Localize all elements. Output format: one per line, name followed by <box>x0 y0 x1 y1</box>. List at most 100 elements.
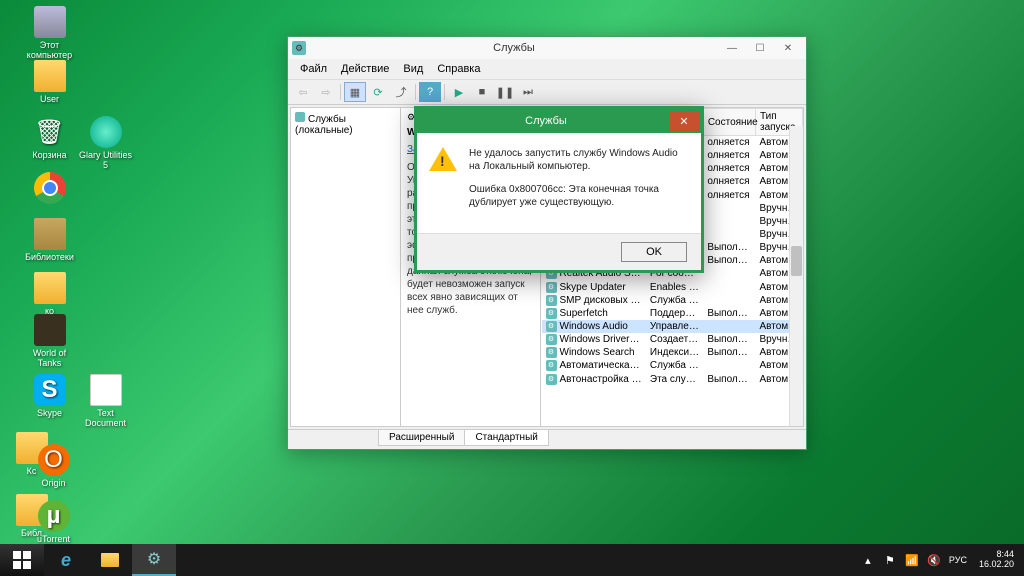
taskbar-explorer[interactable] <box>88 544 132 576</box>
start-button[interactable] <box>0 544 44 576</box>
icon-label: Origin <box>26 478 81 488</box>
icon-label: Корзина <box>22 150 77 160</box>
icon-label: Glary Utilities 5 <box>78 150 133 170</box>
menu-view[interactable]: Вид <box>397 61 429 77</box>
table-row[interactable]: ⚙Автоматическая настройк...Служба ав...А… <box>542 359 803 372</box>
icon-label: Библиотеки <box>22 252 77 262</box>
help-button[interactable]: ? <box>419 82 441 102</box>
maximize-button[interactable]: ☐ <box>746 39 774 57</box>
desktop-icon-chrome[interactable] <box>22 172 77 206</box>
chrome-icon <box>34 172 66 204</box>
desktop-icon-korzina[interactable]: 🗑 Корзина <box>22 116 77 160</box>
export-button[interactable]: ⤴ <box>390 82 412 102</box>
computer-icon <box>34 6 66 38</box>
restart-button[interactable]: ⏭ <box>517 82 539 102</box>
ko-icon <box>34 272 66 304</box>
user-icon <box>34 60 66 92</box>
libs-icon <box>34 218 66 250</box>
menu-file[interactable]: Файл <box>294 61 333 77</box>
dialog-close-button[interactable]: ✕ <box>669 111 699 131</box>
warning-icon <box>429 147 457 175</box>
play-button[interactable]: ▶ <box>448 82 470 102</box>
gear-icon: ⚙ <box>546 334 557 345</box>
gear-icon: ⚙ <box>546 295 557 306</box>
tab-extended[interactable]: Расширенный <box>378 430 465 446</box>
desktop-icon-textdoc[interactable]: Text Document <box>78 374 133 428</box>
scroll-thumb[interactable] <box>791 246 802 276</box>
table-row[interactable]: ⚙Skype UpdaterEnables th...Автоматиче... <box>542 281 803 294</box>
error-message-1: Не удалось запустить службу Windows Audi… <box>469 147 683 173</box>
tray-up-icon[interactable]: ▴ <box>861 553 875 567</box>
scrollbar[interactable] <box>789 126 803 426</box>
desktop-icon-ko[interactable]: ко <box>22 272 77 316</box>
icon-label: User <box>22 94 77 104</box>
tree-pane[interactable]: Службы (локальные) <box>291 108 401 426</box>
menu-help[interactable]: Справка <box>431 61 486 77</box>
dialog-title: Службы <box>423 115 669 127</box>
tray-volume-icon[interactable]: 🔇 <box>927 553 941 567</box>
col-status[interactable]: Состояние <box>703 109 755 136</box>
window-title: Службы <box>310 42 718 54</box>
icon-label: Этот компьютер <box>22 40 77 60</box>
taskbar: e ⚙ ▴ ⚑ 📶 🔇 РУС 8:44 16.02.20 <box>0 544 1024 576</box>
icon-label: Skype <box>22 408 77 418</box>
close-button[interactable]: ✕ <box>774 39 802 57</box>
gear-icon: ⚙ <box>546 347 557 358</box>
refresh-button[interactable]: ⟳ <box>367 82 389 102</box>
table-row[interactable]: ⚙Автонастройка WWANЭта служб...Выполняет… <box>542 373 803 386</box>
gear-icon: ⚙ <box>546 321 557 332</box>
toolbar-btn[interactable]: ▦ <box>344 82 366 102</box>
origin-icon: O <box>38 444 70 476</box>
dialog-titlebar[interactable]: Службы ✕ <box>417 109 701 133</box>
error-dialog: Службы ✕ Не удалось запустить службу Win… <box>414 106 704 273</box>
icon-label: Text Document <box>78 408 133 428</box>
glary-icon <box>90 116 122 148</box>
icon-label: uTorrent <box>26 534 81 544</box>
textdoc-icon <box>90 374 122 406</box>
utorrent-icon: µ <box>38 500 70 532</box>
korzina-icon: 🗑 <box>34 116 66 148</box>
gear-icon: ⚙ <box>546 360 557 371</box>
minimize-button[interactable]: — <box>718 39 746 57</box>
table-row[interactable]: ⚙Windows AudioУправлен...Автоматиче... <box>542 320 803 333</box>
gear-icon: ⚙ <box>546 282 557 293</box>
icon-label: World of Tanks <box>22 348 77 368</box>
desktop-icon-glary[interactable]: Glary Utilities 5 <box>78 116 133 170</box>
tray-network-icon[interactable]: 📶 <box>905 553 919 567</box>
desktop-icon-computer[interactable]: Этот компьютер <box>22 6 77 60</box>
system-tray[interactable]: ▴ ⚑ 📶 🔇 РУС 8:44 16.02.20 <box>855 544 1024 576</box>
pause-button[interactable]: ❚❚ <box>494 82 516 102</box>
titlebar[interactable]: ⚙ Службы — ☐ ✕ <box>288 37 806 59</box>
menubar: Файл Действие Вид Справка <box>288 59 806 79</box>
table-row[interactable]: ⚙SuperfetchПоддержи...ВыполняетсяАвтомат… <box>542 307 803 320</box>
tray-language[interactable]: РУС <box>949 555 967 565</box>
desktop[interactable]: Этот компьютер User 🗑 КорзинаGlary Utilitie… <box>0 0 1024 576</box>
taskbar-services[interactable]: ⚙ <box>132 544 176 576</box>
table-row[interactable]: ⚙SMP дисковых пространств...Служба уз...… <box>542 294 803 307</box>
desktop-icon-skype[interactable]: S Skype <box>22 374 77 418</box>
back-button[interactable]: ⇦ <box>292 82 314 102</box>
stop-button[interactable]: ■ <box>471 82 493 102</box>
tray-flag-icon[interactable]: ⚑ <box>883 553 897 567</box>
tabs-footer: Расширенный Стандартный <box>288 429 806 449</box>
desktop-icon-user[interactable]: User <box>22 60 77 104</box>
tray-clock[interactable]: 8:44 16.02.20 <box>975 550 1018 570</box>
menu-action[interactable]: Действие <box>335 61 395 77</box>
wot-icon <box>34 314 66 346</box>
skype-icon: S <box>34 374 66 406</box>
gear-icon: ⚙ <box>546 374 557 385</box>
app-icon: ⚙ <box>292 41 306 55</box>
toolbar: ⇦ ⇨ ▦ ⟳ ⤴ ? ▶ ■ ❚❚ ⏭ <box>288 79 806 105</box>
desktop-icon-wot[interactable]: World of Tanks <box>22 314 77 368</box>
table-row[interactable]: ⚙Windows SearchИндексир...ВыполняетсяАвт… <box>542 346 803 359</box>
desktop-icon-origin[interactable]: O Origin <box>26 444 81 488</box>
ok-button[interactable]: OK <box>621 242 687 262</box>
tab-standard[interactable]: Стандартный <box>464 430 548 446</box>
table-row[interactable]: ⚙Windows Driver Foundation...Создает п..… <box>542 333 803 346</box>
desktop-icon-utorrent[interactable]: µ uTorrent <box>26 500 81 544</box>
error-message-2: Ошибка 0x800706cc: Эта конечная точка ду… <box>469 183 683 209</box>
taskbar-ie[interactable]: e <box>44 544 88 576</box>
desktop-icon-libs[interactable]: Библиотеки <box>22 218 77 262</box>
forward-button[interactable]: ⇨ <box>315 82 337 102</box>
gear-icon: ⚙ <box>546 308 557 319</box>
